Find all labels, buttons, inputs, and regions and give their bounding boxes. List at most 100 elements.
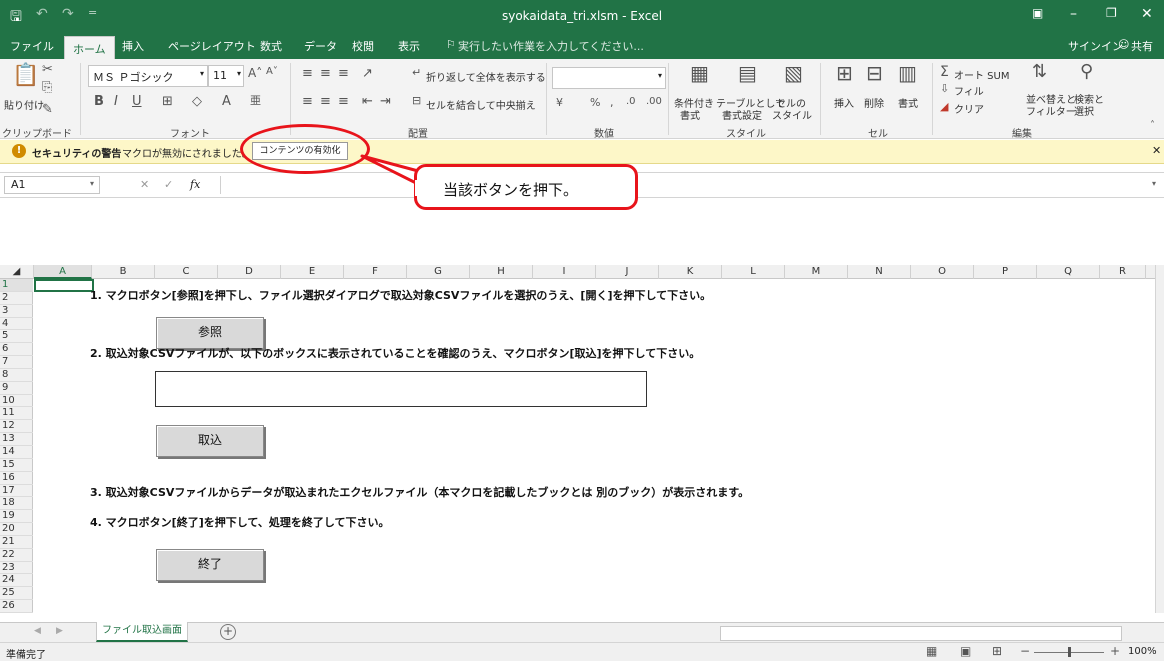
tab-insert[interactable]: 挿入 [122, 38, 144, 54]
row-header-4[interactable]: 4 [0, 318, 33, 331]
page-break-icon[interactable]: ⊞ [992, 644, 1002, 658]
row-header-7[interactable]: 7 [0, 356, 33, 369]
fill-button[interactable]: フィル [954, 83, 984, 98]
column-header-e[interactable]: E [281, 265, 344, 279]
comma-icon[interactable]: , [610, 97, 614, 108]
sheet-tab-file-import[interactable]: ファイル取込画面 [96, 622, 188, 642]
row-header-19[interactable]: 19 [0, 510, 33, 524]
font-color-icon[interactable]: A [222, 95, 231, 108]
row-header-18[interactable]: 18 [0, 497, 33, 511]
wrap-text-button[interactable]: 折り返して全体を表示する [426, 69, 546, 84]
row-header-5[interactable]: 5 [0, 330, 33, 344]
column-header-p[interactable]: P [974, 265, 1037, 279]
column-header-l[interactable]: L [722, 265, 785, 279]
column-header-c[interactable]: C [155, 265, 218, 279]
delete-cells-icon[interactable]: ⊟ [866, 63, 883, 83]
row-header-20[interactable]: 20 [0, 523, 33, 536]
share-button[interactable]: 共有 [1131, 38, 1153, 54]
tab-formulas[interactable]: 数式 [260, 38, 282, 54]
row-header-16[interactable]: 16 [0, 472, 33, 485]
row-header-11[interactable]: 11 [0, 407, 33, 421]
cancel-icon[interactable]: ✕ [140, 178, 149, 191]
row-header-13[interactable]: 13 [0, 433, 33, 446]
row-header-1[interactable]: 1 [0, 279, 33, 292]
search-icon[interactable]: ⚲ [1080, 63, 1093, 81]
page-layout-icon[interactable]: ▣ [960, 644, 971, 658]
align-left-icon[interactable]: ≡ [302, 95, 313, 108]
scroll-right-icon[interactable]: ▶ [56, 626, 63, 636]
row-header-25[interactable]: 25 [0, 587, 33, 601]
align-right-icon[interactable]: ≡ [338, 95, 349, 108]
conditional-format-icon[interactable]: ▦ [690, 63, 709, 83]
select-all-corner[interactable]: ◢ [0, 265, 34, 279]
font-size-select[interactable]: 11 ▾ [208, 65, 244, 87]
active-cell-a1[interactable] [34, 279, 94, 292]
scroll-left-icon[interactable]: ◀ [34, 626, 41, 636]
font-name-select[interactable]: ＭＳ Ｐゴシック ▾ [88, 65, 208, 87]
row-header-2[interactable]: 2 [0, 292, 33, 305]
row-header-26[interactable]: 26 [0, 600, 33, 613]
vertical-scrollbar[interactable] [1155, 265, 1164, 613]
column-header-k[interactable]: K [659, 265, 722, 279]
insert-cells-button[interactable]: 挿入 [834, 95, 854, 110]
copy-icon[interactable]: ⎘ [42, 81, 52, 94]
zoom-in-icon[interactable]: + [1110, 644, 1120, 658]
underline-icon[interactable]: U [132, 95, 142, 108]
format-cells-icon[interactable]: ▥ [898, 63, 917, 83]
align-middle-icon[interactable]: ≡ [320, 67, 331, 80]
tab-page-layout[interactable]: ページレイアウト [168, 38, 256, 54]
row-header-17[interactable]: 17 [0, 485, 33, 498]
normal-view-icon[interactable]: ▦ [926, 644, 937, 658]
column-header-r[interactable]: R [1100, 265, 1146, 279]
merge-center-icon[interactable]: ⊟ [412, 95, 421, 106]
italic-icon[interactable]: I [114, 95, 118, 108]
row-header-12[interactable]: 12 [0, 420, 33, 434]
column-header-f[interactable]: F [344, 265, 407, 279]
fx-icon[interactable]: fx [190, 178, 200, 191]
insert-cells-icon[interactable]: ⊞ [836, 63, 853, 83]
decrease-font-icon[interactable]: A˅ [266, 67, 278, 77]
file-path-box[interactable] [155, 371, 647, 407]
tab-review[interactable]: 校閲 [352, 38, 374, 54]
percent-icon[interactable]: % [590, 97, 600, 108]
minimize-icon[interactable]: – [1070, 6, 1077, 22]
cell-styles-icon[interactable]: ▧ [784, 63, 803, 83]
chevron-down-icon[interactable]: ▾ [90, 179, 94, 188]
sigma-icon[interactable]: Σ [940, 65, 949, 79]
format-table-icon[interactable]: ▤ [738, 63, 757, 83]
paste-label[interactable]: 貼り付け [4, 97, 44, 112]
column-header-d[interactable]: D [218, 265, 281, 279]
column-header-o[interactable]: O [911, 265, 974, 279]
wrap-text-icon[interactable]: ↵ [412, 67, 421, 78]
tab-file[interactable]: ファイル [10, 38, 54, 54]
increase-font-icon[interactable]: A˄ [248, 67, 262, 79]
align-center-icon[interactable]: ≡ [320, 95, 331, 108]
row-header-14[interactable]: 14 [0, 446, 33, 459]
decrease-indent-icon[interactable]: ⇤ [362, 95, 373, 108]
fill-color-icon[interactable]: ◇ [192, 95, 202, 108]
tell-me-input[interactable]: 実行したい作業を入力してください... [458, 38, 644, 54]
format-cells-button[interactable]: 書式 [898, 95, 918, 110]
sort-filter-icon[interactable]: ⇅ [1032, 63, 1047, 81]
align-top-icon[interactable]: ≡ [302, 67, 313, 80]
column-header-m[interactable]: M [785, 265, 848, 279]
orientation-icon[interactable]: ↗ [362, 67, 373, 80]
delete-cells-button[interactable]: 削除 [864, 95, 884, 110]
eraser-icon[interactable]: ◢ [940, 101, 948, 112]
row-header-3[interactable]: 3 [0, 305, 33, 318]
row-header-15[interactable]: 15 [0, 459, 33, 472]
row-header-22[interactable]: 22 [0, 549, 33, 562]
autosum-button[interactable]: オート SUM [954, 67, 1009, 82]
import-button[interactable]: 取込 [156, 425, 264, 457]
column-header-g[interactable]: G [407, 265, 470, 279]
number-format-select[interactable]: ▾ [552, 67, 666, 89]
column-header-i[interactable]: I [533, 265, 596, 279]
tab-data[interactable]: データ [304, 38, 337, 54]
bold-icon[interactable]: B [94, 95, 104, 108]
column-header-n[interactable]: N [848, 265, 911, 279]
phonetic-icon[interactable]: 亜 [250, 95, 261, 106]
column-header-j[interactable]: J [596, 265, 659, 279]
row-header-9[interactable]: 9 [0, 382, 33, 395]
row-header-24[interactable]: 24 [0, 574, 33, 588]
zoom-slider-thumb[interactable] [1068, 647, 1071, 657]
